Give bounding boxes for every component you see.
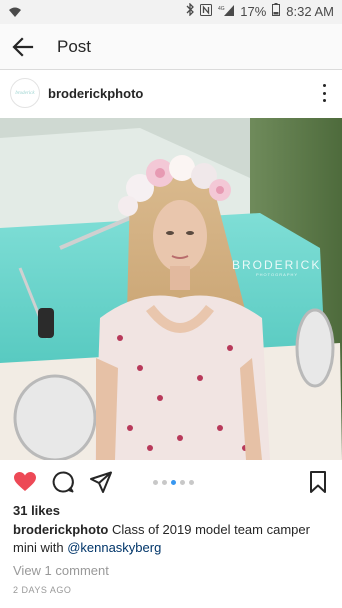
photo-watermark: BRODERICK: [232, 258, 322, 272]
post-caption: broderickphoto Class of 2019 model team …: [13, 521, 333, 557]
post-header: broderick broderickphoto: [0, 70, 342, 118]
share-icon[interactable]: [89, 470, 113, 494]
carousel-dot: [171, 480, 176, 485]
view-comments-link[interactable]: View 1 comment: [13, 563, 109, 578]
likes-count[interactable]: 31 likes: [13, 503, 60, 518]
caption-mention-link[interactable]: @kennaskyberg: [67, 540, 161, 555]
app-header: Post: [0, 24, 342, 70]
back-arrow-icon[interactable]: [12, 37, 34, 57]
signal-icon: 4G: [218, 4, 235, 19]
avatar[interactable]: broderick: [10, 78, 40, 108]
heart-icon[interactable]: [13, 470, 37, 494]
battery-percent: 17%: [240, 3, 267, 19]
photo-watermark-sub: PHOTOGRAPHY: [256, 272, 299, 277]
svg-text:4G: 4G: [218, 6, 225, 12]
bookmark-icon[interactable]: [306, 470, 330, 494]
battery-icon: [272, 3, 281, 19]
status-bar: 4G 17% 8:32 AM: [0, 0, 342, 24]
post-timestamp: 2 DAYS AGO: [13, 585, 72, 595]
page-title: Post: [57, 37, 92, 56]
more-options-icon[interactable]: [320, 84, 328, 102]
wifi-icon: [8, 5, 22, 23]
comment-icon[interactable]: [51, 470, 75, 494]
post-actions: [0, 462, 342, 502]
caption-username[interactable]: broderickphoto: [13, 522, 108, 537]
post-photo[interactable]: BRODERICK PHOTOGRAPHY: [0, 118, 342, 460]
photo-illustration: [0, 118, 342, 460]
carousel-dot: [162, 480, 167, 485]
carousel-dot: [180, 480, 185, 485]
nfc-icon: [200, 3, 213, 19]
carousel-indicator: [153, 480, 194, 485]
avatar-logo: broderick: [15, 90, 35, 96]
carousel-dot: [189, 480, 194, 485]
post-username[interactable]: broderickphoto: [48, 86, 143, 101]
carousel-dot: [153, 480, 158, 485]
clock: 8:32 AM: [286, 3, 334, 19]
bluetooth-icon: [186, 2, 195, 19]
